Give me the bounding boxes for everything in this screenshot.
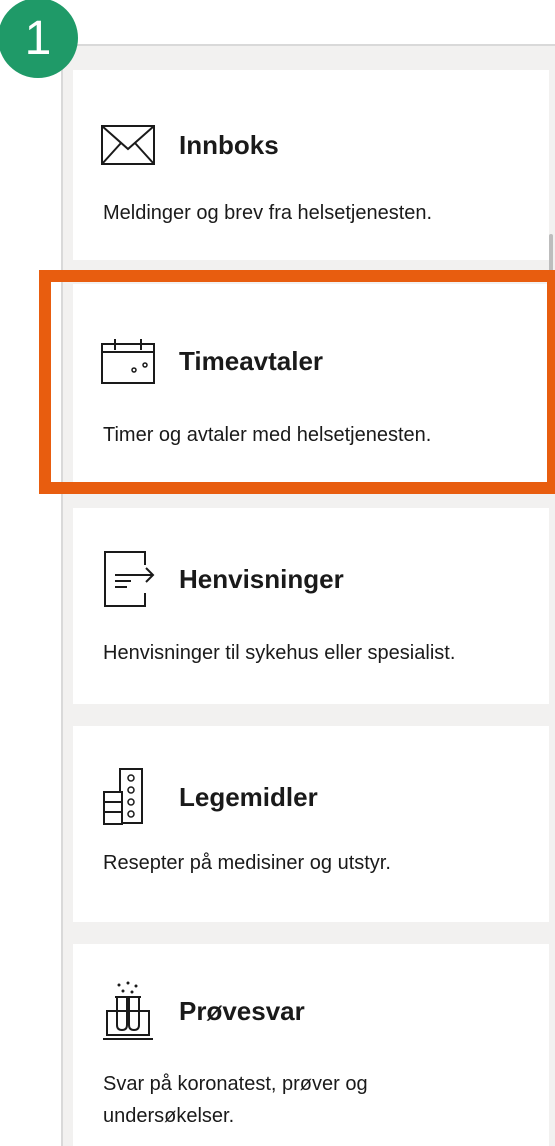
card-legemidler[interactable]: Legemidler Resepter på medisiner og utst… (73, 726, 549, 922)
card-innboks[interactable]: Innboks Meldinger og brev fra helsetjene… (73, 70, 549, 260)
app-frame: Innboks Meldinger og brev fra helsetjene… (61, 44, 555, 1146)
card-title: Legemidler (179, 781, 318, 812)
card-description: Henvisninger til sykehus eller spesialis… (103, 642, 456, 664)
card-title: Henvisninger (179, 563, 344, 594)
card-henvisninger[interactable]: Henvisninger Henvisninger til sykehus el… (73, 508, 549, 704)
referral-icon (101, 551, 155, 607)
card-description: Meldinger og brev fra helsetjenesten. (103, 202, 433, 224)
envelope-icon (101, 118, 155, 172)
card-description: Svar på koronatest, prøver og undersøkel… (103, 1073, 368, 1127)
highlight-box (39, 270, 555, 494)
medicine-icon (101, 768, 155, 825)
card-title: Innboks (179, 129, 279, 160)
card-provesvar[interactable]: Prøvesvar Svar på koronatest, prøver og … (73, 944, 549, 1146)
card-description: Resepter på medisiner og utstyr. (103, 852, 391, 874)
card-title: Prøvesvar (179, 995, 305, 1026)
test-tubes-icon (101, 981, 155, 1040)
